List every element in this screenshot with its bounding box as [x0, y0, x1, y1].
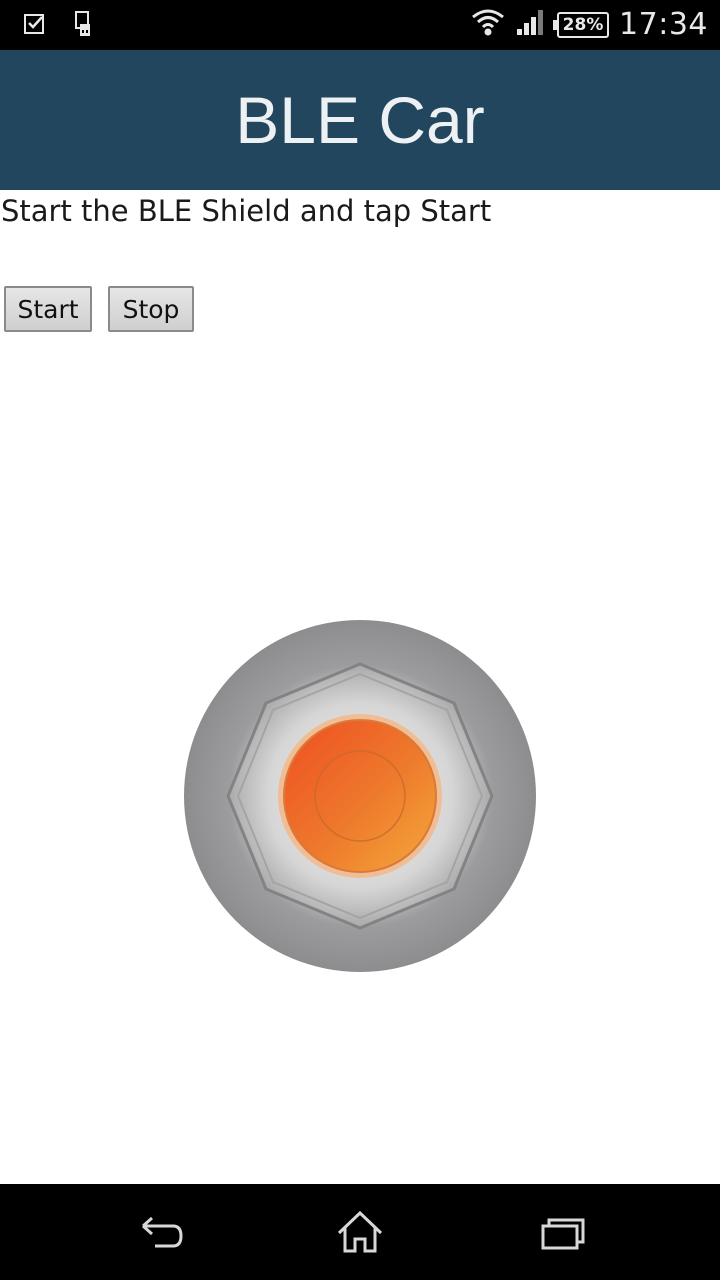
clock: 17:34	[619, 7, 708, 42]
start-button[interactable]: Start	[4, 286, 92, 332]
battery-indicator: 28%	[553, 11, 610, 38]
joystick-knob[interactable]	[283, 719, 437, 873]
joystick[interactable]	[182, 618, 538, 974]
recent-apps-button[interactable]	[530, 1206, 590, 1258]
usb-device-icon	[72, 10, 94, 43]
system-status: 28% 17:34	[471, 7, 708, 42]
checkbox-notification-icon	[22, 10, 48, 43]
status-bar: 28% 17:34	[0, 0, 720, 50]
stop-button[interactable]: Stop	[108, 286, 194, 332]
home-button[interactable]	[330, 1206, 390, 1258]
app-header: BLE Car	[0, 50, 720, 190]
instruction-text: Start the BLE Shield and tap Start	[1, 194, 492, 228]
signal-icon	[515, 7, 547, 42]
wifi-icon	[471, 7, 505, 42]
app-title: BLE Car	[235, 83, 485, 157]
recent-apps-icon	[541, 1218, 585, 1250]
notification-icons	[22, 10, 94, 43]
back-icon	[142, 1216, 183, 1248]
navigation-bar	[0, 1184, 720, 1280]
back-button[interactable]	[130, 1206, 190, 1258]
joystick-graphic	[184, 620, 536, 972]
home-icon	[337, 1210, 383, 1253]
